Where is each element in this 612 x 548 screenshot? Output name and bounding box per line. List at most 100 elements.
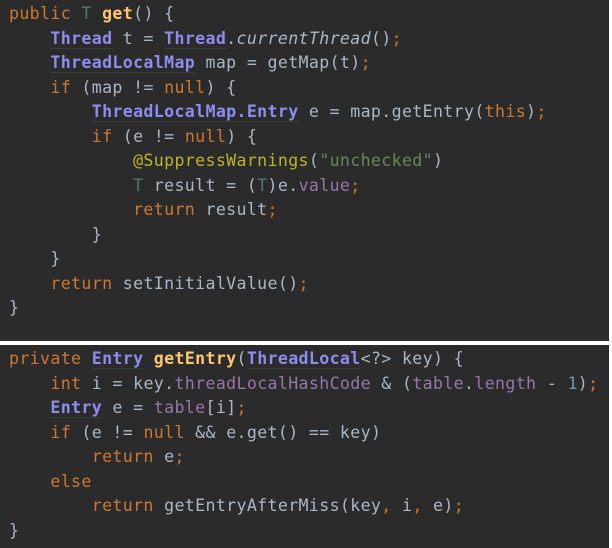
code-token: setInitialValue(): [112, 273, 299, 293]
code-token: .: [464, 373, 475, 393]
code-token: get: [102, 4, 134, 23]
code-token: return: [133, 200, 196, 219]
code-token: t =: [112, 28, 165, 48]
code-panel-thread-local-get: public T get() { Thread t = Thread.curre…: [0, 0, 609, 341]
code-token: T: [133, 175, 144, 195]
code-line: return e;: [9, 445, 185, 470]
code-token: & (: [370, 373, 413, 393]
code-token: ;: [298, 273, 309, 293]
code-line: return setInitialValue();: [9, 272, 309, 297]
code-token: Entry: [91, 349, 144, 368]
code-token: }: [9, 224, 103, 244]
code-token: ;: [236, 398, 247, 417]
code-token: this: [484, 102, 527, 121]
code-token: ;: [453, 496, 465, 515]
code-token: <?> key) {: [360, 349, 465, 368]
code-token: && e.get() == key): [184, 422, 382, 442]
code-line: ThreadLocalMap map = getMap(t);: [9, 51, 371, 76]
code-token: )e.: [267, 175, 299, 195]
code-token: T: [81, 4, 92, 23]
code-token: table: [412, 373, 465, 393]
code-token: (e !=: [71, 422, 144, 442]
code-line: private Entry getEntry(ThreadLocal<?> ke…: [9, 347, 464, 372]
code-token: }: [9, 249, 61, 268]
code-line: if (e != null && e.get() == key): [9, 421, 381, 446]
code-token: result = (: [143, 175, 258, 195]
code-line: Entry e = table[i];: [9, 396, 247, 421]
code-line: Thread t = Thread.currentThread();: [9, 27, 402, 52]
code-token: .: [226, 28, 237, 48]
code-line: return getEntryAfterMiss(key, i, e);: [9, 494, 464, 519]
code-token: if: [50, 77, 72, 97]
code-line: @SuppressWarnings("unchecked"): [9, 149, 443, 174]
code-line: }: [9, 296, 19, 321]
code-token: () {: [133, 4, 175, 23]
code-token: private: [9, 349, 82, 368]
code-token: ;: [267, 200, 278, 219]
code-token: ;: [536, 102, 547, 121]
code-token: length: [474, 373, 537, 393]
code-token: @SuppressWarnings: [133, 151, 309, 170]
code-token: ): [432, 151, 444, 170]
code-line: }: [9, 519, 19, 544]
code-line: if (map != null) {: [9, 76, 237, 101]
code-token: Entry: [50, 398, 103, 417]
code-token: i = key.: [81, 373, 175, 393]
code-token: ThreadLocalMap.Entry: [91, 102, 299, 121]
code-token: return: [50, 273, 113, 293]
code-token: null: [143, 422, 185, 442]
code-token: }: [9, 520, 20, 540]
code-token: e: [153, 447, 175, 466]
code-token: result: [195, 200, 268, 219]
code-token: (map !=: [71, 77, 165, 97]
code-token: ;: [174, 447, 185, 466]
code-token: }: [9, 298, 20, 317]
code-token: ;: [350, 175, 361, 195]
code-token: -: [536, 373, 568, 393]
code-token: return: [91, 496, 154, 515]
code-token: currentThread: [236, 28, 371, 48]
code-token: "unchecked": [319, 151, 433, 170]
code-token: T: [257, 175, 268, 195]
code-token: [i]: [205, 398, 237, 417]
code-token: ;: [391, 28, 402, 48]
code-token: map = getMap(t): [195, 53, 361, 72]
code-token: e = map.getEntry(: [298, 102, 485, 121]
code-token: value: [298, 175, 351, 195]
code-token: (): [370, 28, 392, 48]
code-line: T result = (T)e.value;: [9, 174, 361, 199]
code-token: ): [577, 373, 589, 393]
code-line: ThreadLocalMap.Entry e = map.getEntry(th…: [9, 100, 547, 125]
code-token: ThreadLocalMap: [50, 53, 196, 72]
code-token: if: [50, 422, 72, 442]
code-token: ) {: [205, 77, 237, 97]
code-token: i: [391, 496, 413, 515]
code-token: table: [153, 398, 206, 417]
code-token: if: [91, 126, 113, 146]
code-token: ,: [381, 496, 392, 515]
code-line: else: [9, 470, 92, 495]
code-line: if (e != null) {: [9, 125, 257, 150]
code-token: (: [308, 151, 320, 170]
code-token: (: [236, 349, 247, 368]
code-token: null: [164, 77, 206, 97]
code-token: null: [184, 126, 227, 146]
